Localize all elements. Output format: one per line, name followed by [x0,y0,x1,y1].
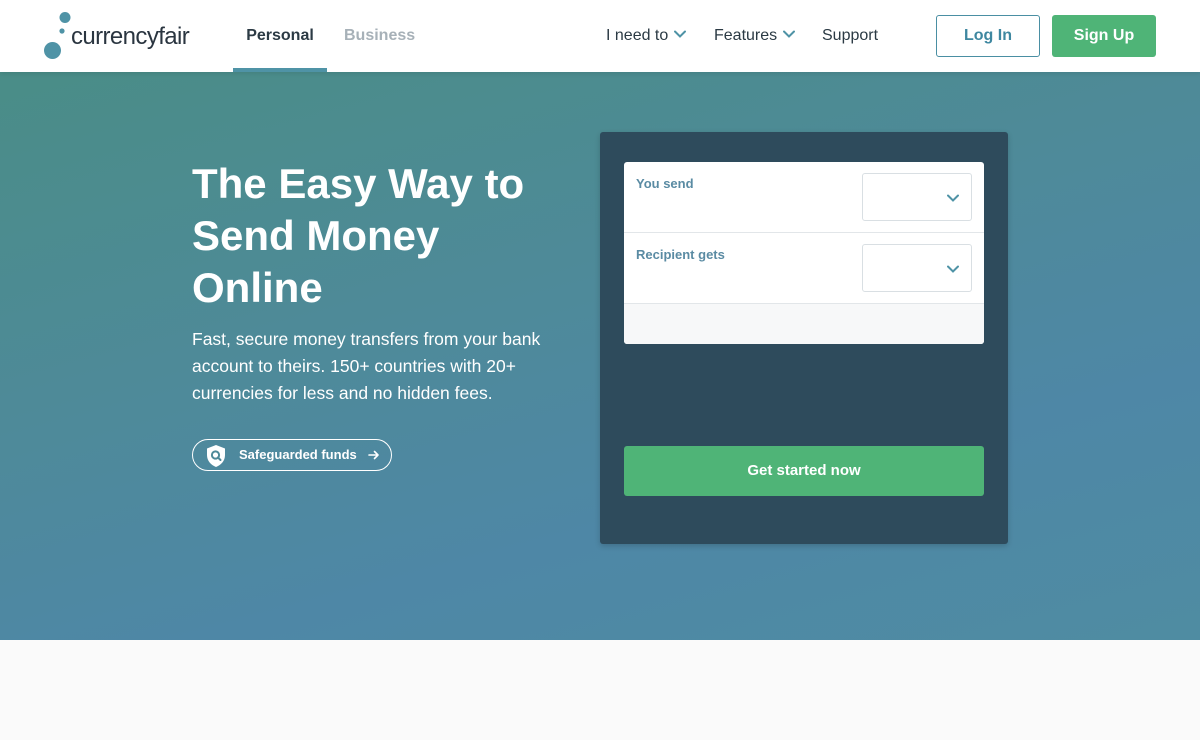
chevron-down-icon [783,30,796,39]
chevron-down-icon [674,30,687,39]
send-amount-input[interactable] [636,196,846,222]
send-row: You send [624,162,984,233]
nav-i-need-to-label: I need to [606,27,669,44]
hero-title: The Easy Way to Send Money Online [192,160,525,311]
logo-dots-icon [44,12,71,59]
lower-section [0,640,1200,740]
recipient-label: Recipient gets [636,247,725,262]
get-started-button[interactable]: Get started now [624,446,984,496]
recipient-amount-input[interactable] [636,267,846,293]
tab-personal[interactable]: Personal [233,0,327,72]
recipient-row: Recipient gets [624,233,984,304]
rate-info-bar [624,304,984,344]
converter-card: You send Recipient gets Get started now [600,132,1008,544]
chevron-down-icon [947,194,959,202]
nav-features[interactable]: Features [714,0,796,72]
recipient-currency-select[interactable] [862,244,972,292]
hero-subtitle: Fast, secure money transfers from your b… [192,329,541,403]
nav-i-need-to[interactable]: I need to [606,0,687,72]
arrow-right-icon [368,450,379,460]
logo-wordmark: currencyfair [71,23,190,50]
shield-search-icon [207,445,225,467]
chevron-down-icon [947,265,959,273]
send-label: You send [636,176,694,191]
tab-business[interactable]: Business [328,0,431,72]
converter-form: You send Recipient gets [624,162,984,344]
nav-features-label: Features [714,27,778,44]
login-button[interactable]: Log In [936,15,1040,57]
send-currency-select[interactable] [862,173,972,221]
safeguarded-funds-label: Safeguarded funds [239,447,357,462]
hero-section: The Easy Way to Send Money Online Fast, … [0,72,1200,640]
safeguarded-funds-link[interactable]: Safeguarded funds [192,439,392,471]
nav-support[interactable]: Support [822,0,878,72]
currencyfair-logo[interactable]: currencyfair [44,12,204,60]
site-header: currencyfair Personal Business I need to… [0,0,1200,72]
signup-button[interactable]: Sign Up [1052,15,1156,57]
